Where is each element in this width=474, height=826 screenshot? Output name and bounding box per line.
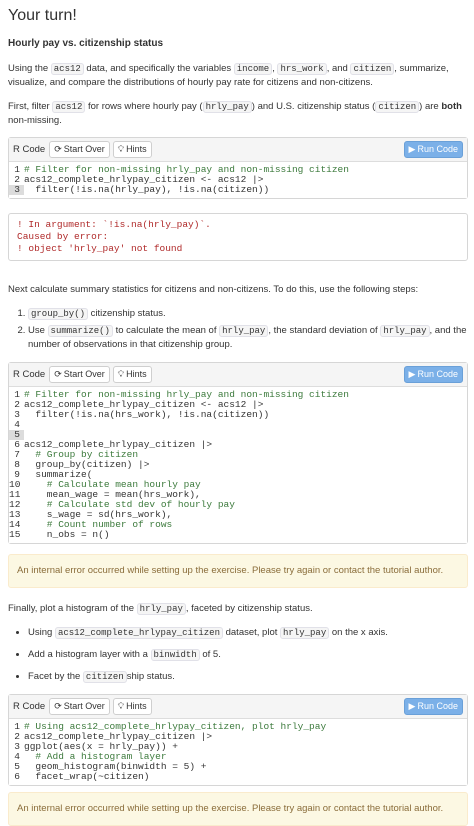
lightbulb-icon: 💡︎ [117,368,125,379]
start-over-button[interactable]: ⟳ Start Over [49,141,110,159]
exercise-toolbar: R Code ⟳ Start Over 💡︎ Hints ▶ Run Code [9,138,467,163]
refresh-icon: ⟳ [54,700,62,711]
start-over-button[interactable]: ⟳ Start Over [49,697,110,715]
tutorial-page: Your turn! Hourly pay vs. citizenship st… [0,0,474,826]
internal-error-alert: An internal error occurred while setting… [8,791,468,826]
intro-paragraph: Using the acs12 data, and specifically t… [8,62,449,88]
inline-code: citizen [350,62,395,75]
list-item: Use summarize() to calculate the mean of… [28,324,468,352]
code-text: filter(!is.na(hrs_work), !is.na(citizen)… [24,408,270,420]
summary-instructions: Next calculate summary statistics for ci… [8,284,419,296]
inline-code: hrly_pay [202,100,252,113]
run-code-button[interactable]: ▶ Run Code [403,365,463,383]
internal-error-alert: An internal error occurred while setting… [8,553,468,588]
hints-button[interactable]: 💡︎ Hints [112,141,152,159]
code-text: facet_wrap(~citizen) [24,770,150,782]
play-icon: ▶ [408,144,416,155]
code-editor[interactable]: 1 # Filter for non-missing hrly_pay and n… [9,162,467,199]
refresh-icon: ⟳ [54,144,62,155]
exercise-toolbar: R Code ⟳ Start Over 💡︎ Hints ▶ Run Code [9,362,467,387]
list-item: Add a histogram layer with a binwidth of… [28,648,468,662]
filter-instructions: First, filter acs12 for rows where hourl… [8,100,462,126]
r-code-label: R Code [13,368,46,380]
code-editor[interactable]: 1 # Using acs12_complete_hrlypay_citizen,… [9,718,467,785]
inline-code: citizen [375,100,420,113]
lightbulb-icon: 💡︎ [117,144,125,155]
plot-steps-list: Using acs12_complete_hrlypay_citizen dat… [8,626,468,684]
section-heading: Hourly pay vs. citizenship status [8,38,164,50]
exercise-toolbar: R Code ⟳ Start Over 💡︎ Hints ▶ Run Code [9,694,467,719]
start-over-button[interactable]: ⟳ Start Over [49,365,110,383]
code-line[interactable]: 4 [9,419,467,430]
line-number: 15 [9,528,21,540]
code-text: n_obs = n() [24,528,110,540]
inline-code: income [233,62,273,75]
code-editor[interactable]: 1 # Filter for non-missing hrly_pay and n… [9,386,467,543]
hints-button[interactable]: 💡︎ Hints [112,697,152,715]
line-number: 3 [9,185,24,196]
line-number: 6 [14,770,20,782]
refresh-icon: ⟳ [54,368,62,379]
exercise-panel-3: R Code ⟳ Start Over 💡︎ Hints ▶ Run Code 1 # … [8,693,468,786]
page-title: Your turn! [8,7,77,24]
r-code-label: R Code [13,143,46,155]
error-output: ! In argument: `!is.na(hrly_pay)`. Caused… [8,213,468,262]
play-icon: ▶ [408,700,416,711]
code-text: filter(!is.na(hrly_pay), !is.na(citizen)… [24,184,270,196]
hints-button[interactable]: 💡︎ Hints [112,365,152,383]
code-line[interactable]: 15 n_obs = n() [9,528,467,540]
exercise-panel-2: R Code ⟳ Start Over 💡︎ Hints ▶ Run Code 1 # … [8,361,468,544]
play-icon: ▶ [408,368,416,379]
r-code-label: R Code [13,700,46,712]
code-line[interactable]: 3 filter(!is.na(hrs_work), !is.na(citize… [9,408,467,420]
plot-instructions: Finally, plot a histogram of the hrly_pa… [8,602,313,615]
code-line[interactable]: 6 facet_wrap(~citizen) [9,770,467,782]
lightbulb-icon: 💡︎ [117,700,125,711]
list-item: Facet by the citizenship status. [28,670,468,684]
steps-list: group_by() citizenship status. Use summa… [8,307,468,352]
run-code-button[interactable]: ▶ Run Code [403,697,463,715]
inline-code: hrs_work [277,62,327,75]
run-code-button[interactable]: ▶ Run Code [403,141,463,159]
code-line[interactable]: 3 filter(!is.na(hrly_pay), !is.na(citize… [9,184,467,196]
list-item: Using acs12_complete_hrlypay_citizen dat… [28,626,468,640]
exercise-panel-1: R Code ⟳ Start Over 💡︎ Hints ▶ Run Code 1 # … [8,137,468,200]
inline-code: acs12 [50,62,84,75]
list-item: group_by() citizenship status. [28,307,468,321]
inline-code: acs12 [52,100,86,113]
